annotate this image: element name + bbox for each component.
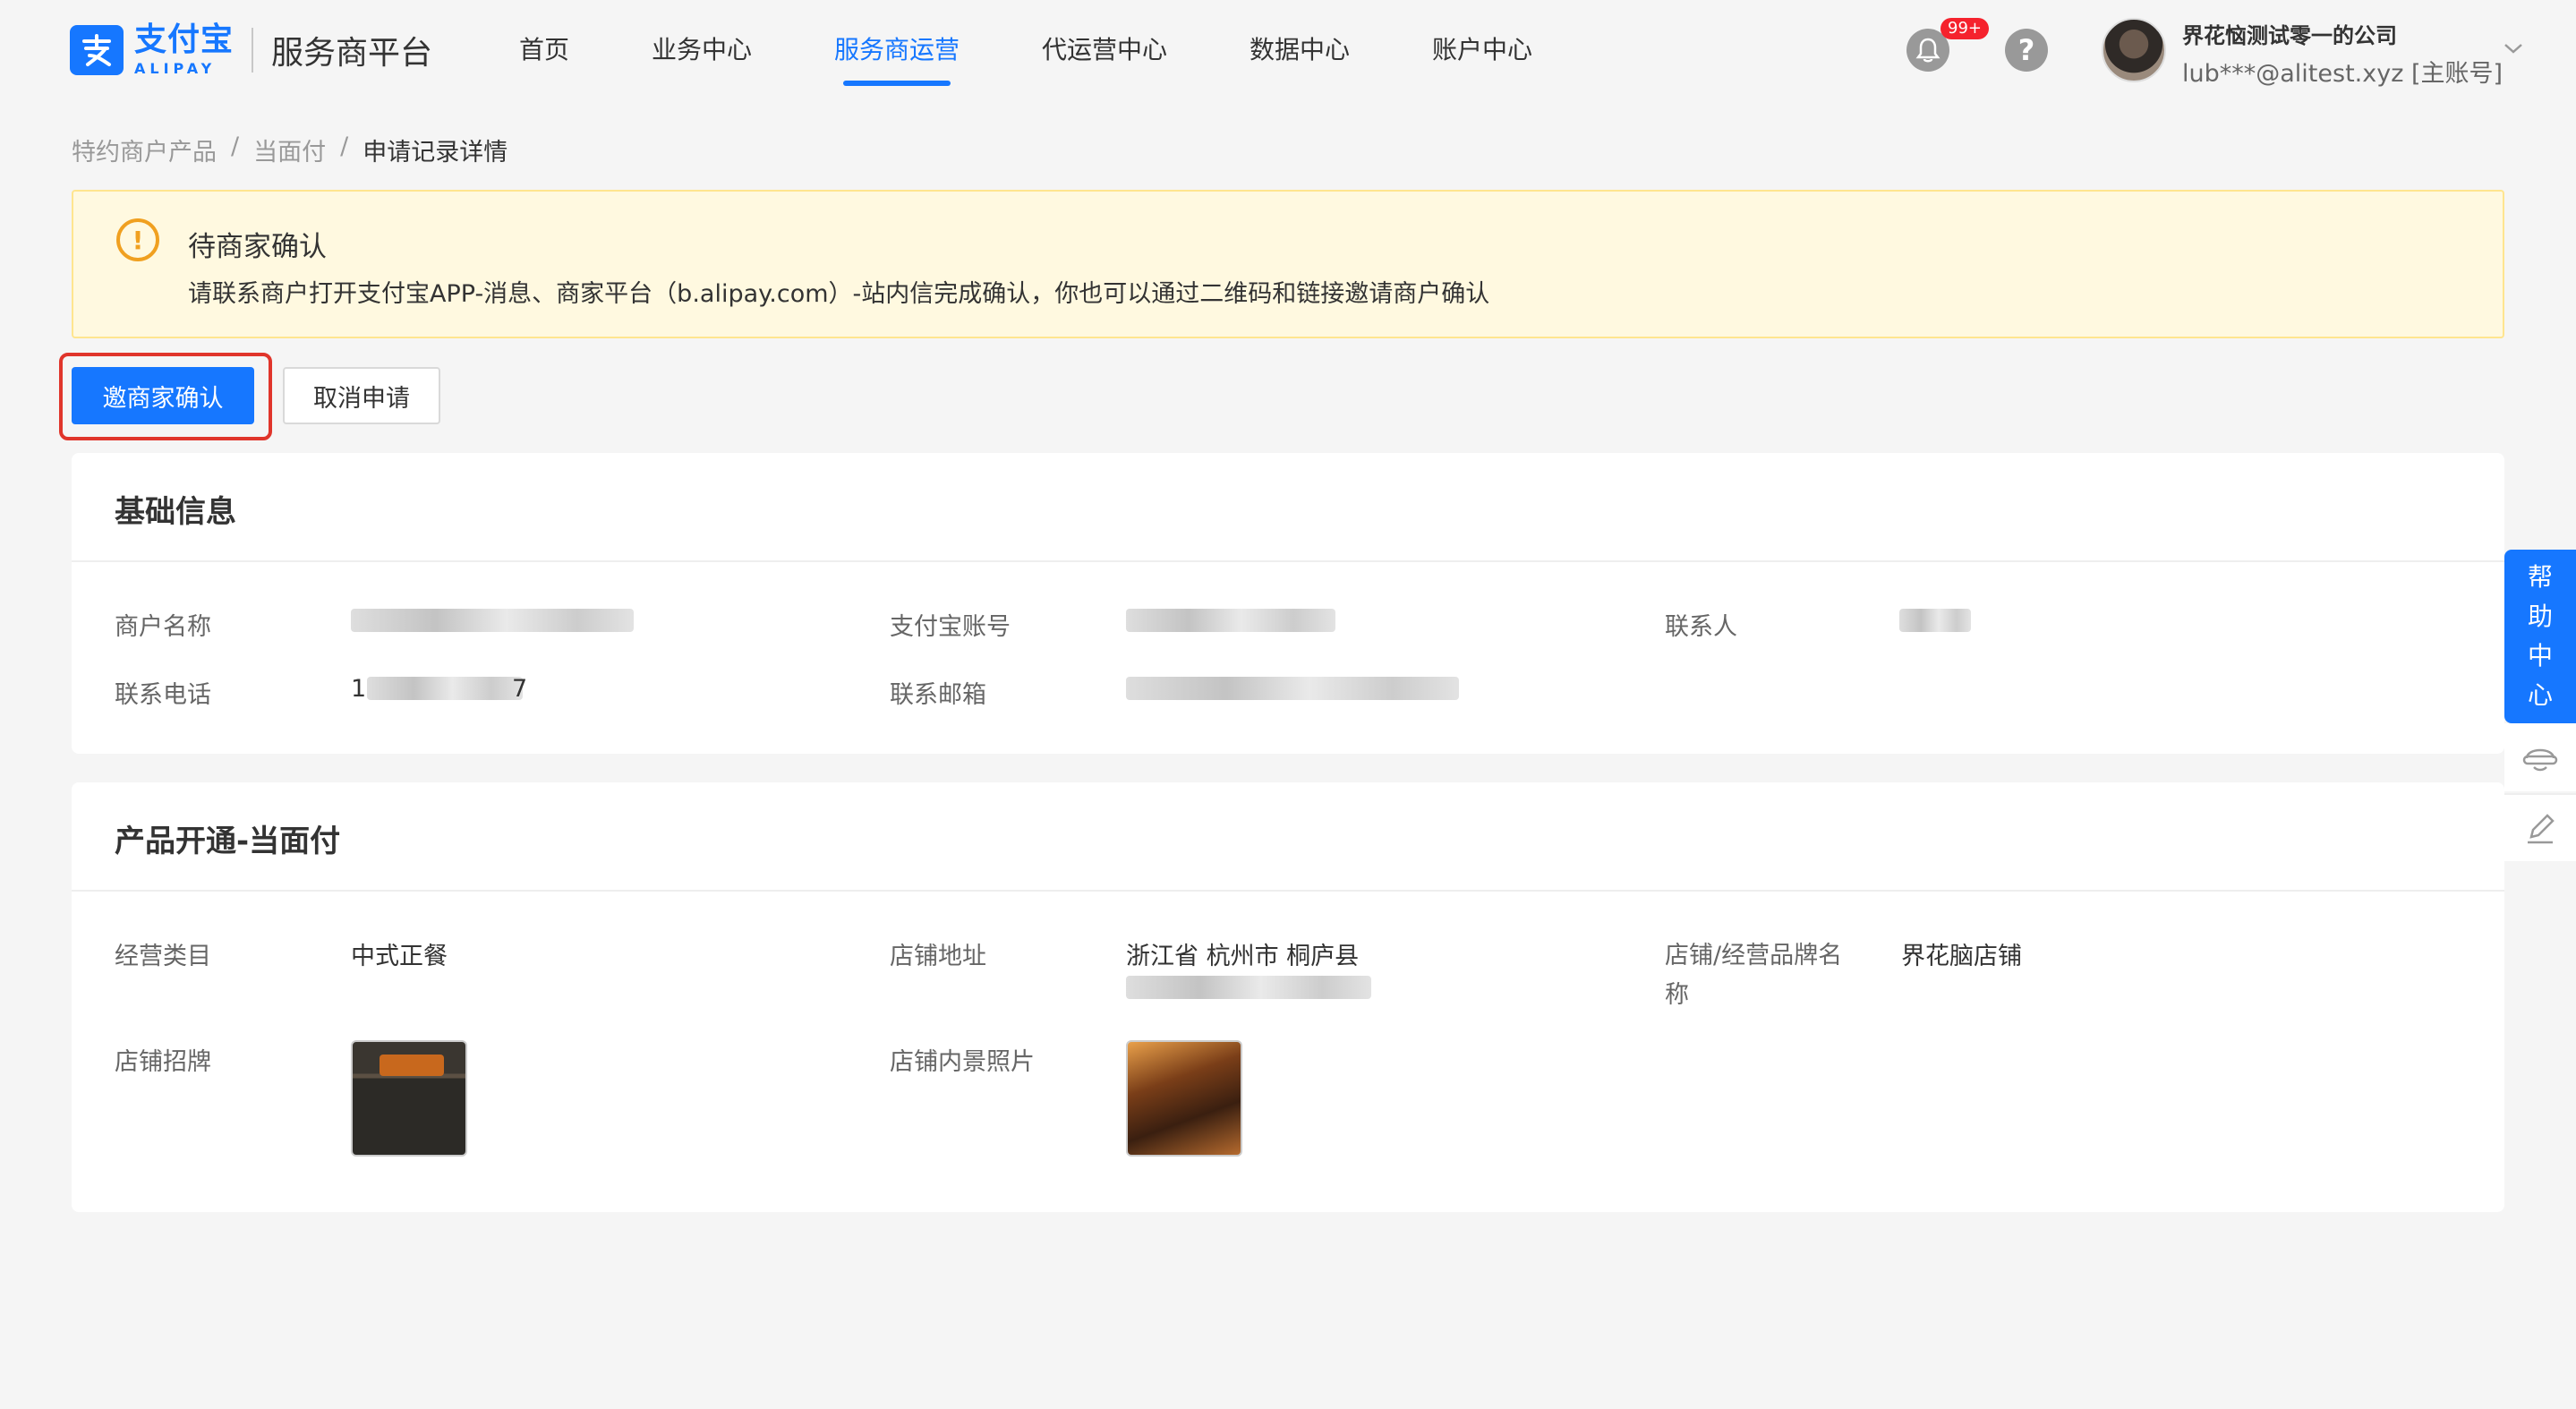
store-interior-photo-label: 店铺内景照片 — [890, 1048, 1035, 1076]
store-address-label: 店铺地址 — [890, 943, 986, 970]
breadcrumb-separator: / — [231, 132, 240, 160]
help-center-char: 助 — [2527, 602, 2553, 631]
user-account-id[interactable]: lub***@alitest.xyz [主账号] — [2182, 54, 2503, 89]
help-center-char: 中 — [2527, 641, 2553, 670]
pending-confirmation-alert: ! 待商家确认 请联系商户打开支付宝APP-消息、商家平台（b.alipay.c… — [72, 190, 2504, 338]
breadcrumb-item-current: 申请记录详情 — [363, 139, 508, 167]
edit-icon — [2528, 814, 2555, 844]
alipay-account-label: 支付宝账号 — [890, 613, 1011, 641]
card-divider — [72, 560, 2504, 562]
help-center-char: 心 — [2527, 680, 2553, 710]
store-brand-name-label: 店铺/经营品牌名称 — [1665, 942, 1843, 1009]
merchant-name-label: 商户名称 — [115, 613, 211, 641]
nav-data-center[interactable]: 数据中心 — [1250, 0, 1350, 100]
store-brand-name-value: 界花脑店铺 — [1901, 943, 2022, 970]
help-center-char: 帮 — [2527, 562, 2553, 592]
alipay-logo[interactable]: 支付宝 ALIPAY 服务商平台 — [70, 23, 432, 77]
warning-icon: ! — [116, 218, 159, 261]
store-address-detail-redacted — [1126, 976, 1371, 999]
contact-person-value-redacted — [1899, 609, 1971, 632]
breadcrumb-item-merchant-products[interactable]: 特约商户产品 — [72, 132, 217, 167]
nav-agency-operations[interactable]: 代运营中心 — [1042, 0, 1167, 100]
invite-merchant-confirm-button[interactable]: 邀商家确认 — [72, 367, 254, 424]
nav-business-center[interactable]: 业务中心 — [652, 0, 752, 100]
basic-info-card: 基础信息 商户名称 支付宝账号 联系人 联系电话 1 7 联系邮箱 — [72, 453, 2504, 754]
store-interior-photo-image[interactable] — [1126, 1040, 1242, 1157]
merchant-name-value-redacted — [351, 609, 634, 632]
logo-wordmark: 支付宝 ALIPAY — [134, 24, 234, 76]
contact-phone-prefix: 1 — [351, 675, 367, 703]
logo-divider — [252, 28, 254, 73]
card-divider — [72, 890, 2504, 892]
breadcrumb: 特约商户产品 / 当面付 / 申请记录详情 — [72, 132, 508, 167]
cancel-application-button[interactable]: 取消申请 — [283, 367, 440, 424]
alipay-logo-icon — [70, 25, 124, 75]
headset-icon — [2522, 748, 2558, 772]
nav-provider-operations[interactable]: 服务商运营 — [834, 0, 960, 100]
nav-home[interactable]: 首页 — [519, 0, 569, 100]
chevron-down-icon[interactable] — [2503, 41, 2524, 56]
business-category-label: 经营类目 — [115, 943, 211, 970]
product-info-title: 产品开通-当面付 — [115, 824, 341, 859]
notification-badge: 99+ — [1941, 18, 1989, 39]
alert-description: 请联系商户打开支付宝APP-消息、商家平台（b.alipay.com）-站内信完… — [188, 280, 1490, 308]
contact-email-value-redacted — [1126, 677, 1459, 700]
logo-cn-text: 支付宝 — [134, 21, 235, 58]
product-info-card: 产品开通-当面付 经营类目 中式正餐 店铺地址 浙江省 杭州市 桐庐县 店铺/经… — [72, 782, 2504, 1212]
alert-title: 待商家确认 — [188, 231, 327, 263]
avatar[interactable] — [2102, 18, 2166, 82]
store-signboard-image[interactable] — [351, 1040, 467, 1157]
question-circle-icon[interactable]: ? — [2005, 29, 2048, 72]
basic-info-title: 基础信息 — [115, 494, 236, 530]
store-signboard-label: 店铺招牌 — [115, 1048, 211, 1076]
alipay-account-value-redacted — [1126, 609, 1335, 632]
contact-phone-value-redacted — [367, 677, 523, 700]
logo-en-text: ALIPAY — [134, 60, 217, 77]
user-company-name[interactable]: 界花恼测试零一的公司 — [2182, 18, 2397, 49]
business-category-value: 中式正餐 — [351, 943, 448, 970]
contact-phone-suffix: 7 — [512, 675, 528, 703]
help-center-tab[interactable]: 帮 助 中 心 — [2504, 550, 2576, 723]
platform-title: 服务商平台 — [271, 35, 433, 72]
feedback-button[interactable] — [2504, 793, 2576, 861]
top-header: 支付宝 ALIPAY 服务商平台 首页 业务中心 服务商运营 代运营中心 数据中… — [0, 0, 2576, 100]
store-address-value: 浙江省 杭州市 桐庐县 — [1126, 943, 1360, 970]
customer-service-button[interactable] — [2504, 723, 2576, 791]
storefront-sign — [380, 1055, 444, 1076]
contact-person-label: 联系人 — [1665, 613, 1737, 641]
breadcrumb-separator: / — [340, 132, 349, 160]
contact-phone-label: 联系电话 — [115, 681, 211, 709]
contact-email-label: 联系邮箱 — [890, 681, 986, 709]
nav-account-center[interactable]: 账户中心 — [1432, 0, 1532, 100]
breadcrumb-item-face-to-face-pay[interactable]: 当面付 — [253, 132, 326, 167]
